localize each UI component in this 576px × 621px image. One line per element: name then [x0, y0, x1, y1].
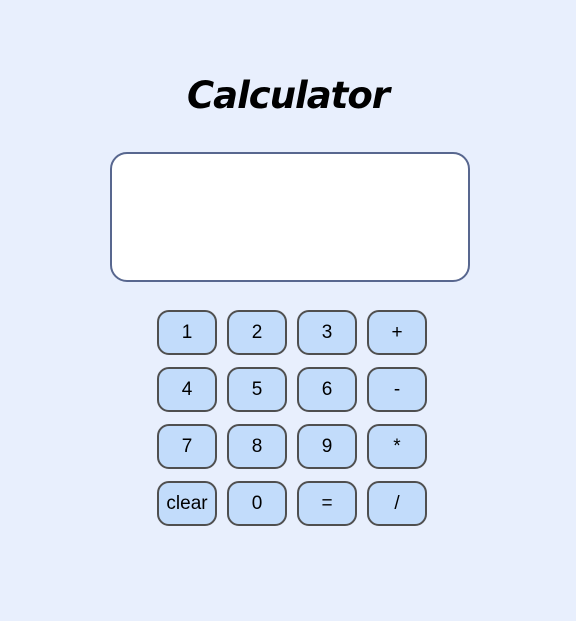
key-8-button[interactable]: 8 — [227, 424, 287, 469]
calculator-display — [110, 152, 470, 282]
equals-button[interactable]: = — [297, 481, 357, 526]
subtract-button[interactable]: - — [367, 367, 427, 412]
divide-button[interactable]: / — [367, 481, 427, 526]
key-7-button[interactable]: 7 — [157, 424, 217, 469]
page-title: Calculator — [186, 74, 390, 117]
key-6-button[interactable]: 6 — [297, 367, 357, 412]
key-2-button[interactable]: 2 — [227, 310, 287, 355]
multiply-button[interactable]: * — [367, 424, 427, 469]
key-0-button[interactable]: 0 — [227, 481, 287, 526]
key-5-button[interactable]: 5 — [227, 367, 287, 412]
add-button[interactable]: + — [367, 310, 427, 355]
keypad: 1 2 3 + 4 5 6 - 7 8 9 * clear 0 = / — [157, 310, 427, 526]
key-1-button[interactable]: 1 — [157, 310, 217, 355]
clear-button[interactable]: clear — [157, 481, 217, 526]
key-9-button[interactable]: 9 — [297, 424, 357, 469]
key-3-button[interactable]: 3 — [297, 310, 357, 355]
key-4-button[interactable]: 4 — [157, 367, 217, 412]
